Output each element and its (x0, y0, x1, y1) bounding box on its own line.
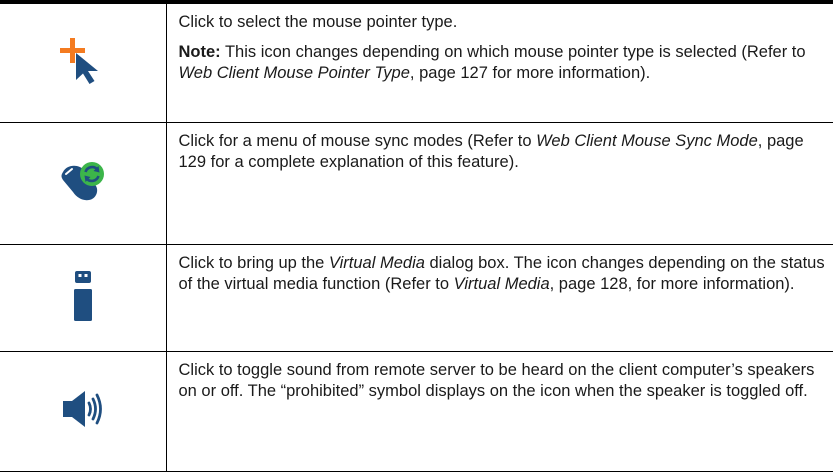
description-text: Click to toggle sound from remote server… (178, 361, 815, 400)
description-text-part: Click for a menu of mouse sync modes (Re… (178, 132, 537, 150)
table-row: Click to bring up the Virtual Media dial… (0, 244, 833, 352)
mouse-pointer-type-icon (58, 36, 108, 86)
description-cell: Click for a menu of mouse sync modes (Re… (166, 123, 833, 245)
note-text: This icon changes depending on which mou… (220, 43, 806, 61)
description-text: Click to bring up the Virtual Media dial… (179, 253, 826, 295)
description-cell: Click to bring up the Virtual Media dial… (166, 245, 833, 352)
mouse-sync-icon (57, 158, 109, 204)
cross-reference: Web Client Mouse Pointer Type (178, 64, 410, 82)
icon-cell (0, 2, 167, 123)
note-paragraph: Note: This icon changes depending on whi… (179, 42, 826, 84)
description-text: Click for a menu of mouse sync modes (Re… (179, 131, 826, 173)
description-cell: Click to toggle sound from remote server… (166, 352, 833, 472)
description-text-part: , page 128, for more information). (549, 275, 795, 293)
cross-reference: Virtual Media (453, 275, 550, 293)
table-row: Click to select the mouse pointer type. … (0, 2, 833, 123)
table-row: Click for a menu of mouse sync modes (Re… (0, 122, 833, 245)
speaker-icon (61, 389, 105, 429)
cross-reference: Virtual Media (328, 254, 425, 272)
table-row: Click to toggle sound from remote server… (0, 351, 833, 472)
virtual-media-icon (71, 269, 95, 323)
description-text: Click to select the mouse pointer type. (178, 13, 458, 31)
icon-cell (0, 351, 167, 472)
icon-cell (0, 244, 167, 352)
description-text-part: Click to bring up the (178, 254, 329, 272)
icon-cell (0, 122, 167, 245)
description-cell: Click to select the mouse pointer type. … (166, 2, 833, 123)
icon-description-table: Click to select the mouse pointer type. … (0, 0, 833, 472)
note-text: , page 127 for more information). (409, 64, 651, 82)
cross-reference: Web Client Mouse Sync Mode (536, 132, 758, 150)
note-label: Note: (178, 43, 221, 61)
